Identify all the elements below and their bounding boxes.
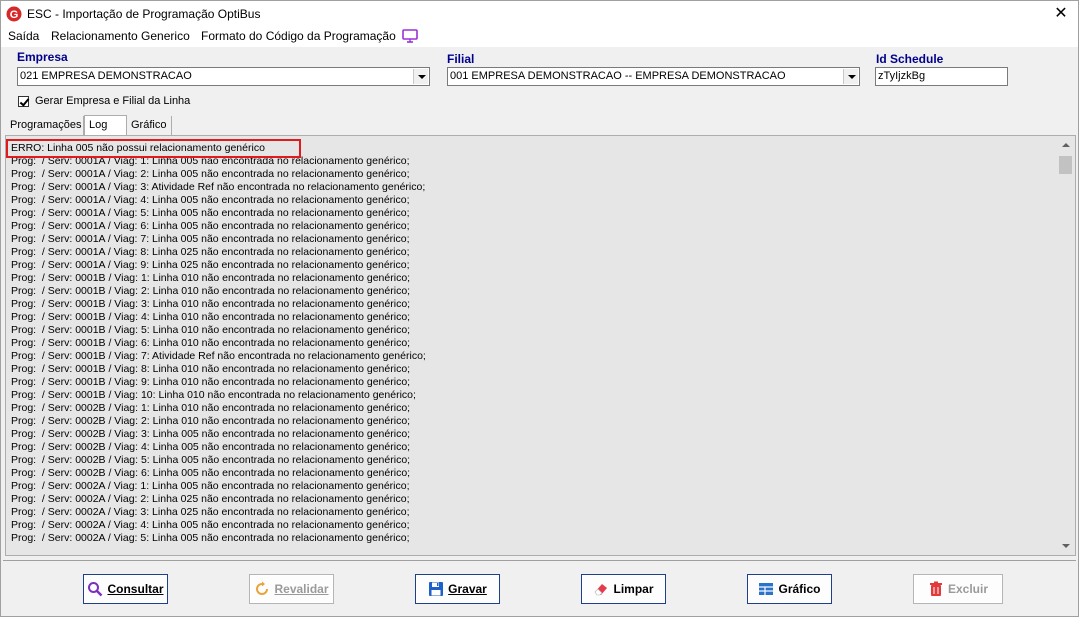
gerar-empresa-filial-option[interactable]: Gerar Empresa e Filial da Linha (18, 95, 190, 107)
log-line: Prog: / Serv: 0001B / Viag: 9: Linha 010… (11, 376, 411, 388)
gravar-button[interactable]: Gravar (415, 574, 500, 604)
log-line: Prog: / Serv: 0001B / Viag: 3: Linha 010… (11, 298, 411, 310)
log-line: Prog: / Serv: 0001A / Viag: 6: Linha 005… (11, 220, 410, 232)
empresa-label: Empresa (17, 50, 68, 64)
bottom-divider (3, 560, 1076, 561)
log-line: Prog: / Serv: 0001B / Viag: 2: Linha 010… (11, 285, 411, 297)
schedule-id-field[interactable]: zTyIjzkBg (875, 67, 1008, 86)
main-window: G ESC - Importação de Programação OptiBu… (0, 0, 1079, 617)
log-line: Prog: / Serv: 0001B / Viag: 7: Atividade… (11, 350, 426, 362)
log-line: Prog: / Serv: 0001A / Viag: 7: Linha 005… (11, 233, 410, 245)
grafico-label: Gráfico (778, 582, 821, 596)
log-line: Prog: / Serv: 0001B / Viag: 8: Linha 010… (11, 363, 411, 375)
chevron-down-icon[interactable] (843, 69, 858, 84)
error-highlight-box (6, 139, 301, 158)
log-line: Prog: / Serv: 0002A / Viag: 5: Linha 005… (11, 532, 410, 544)
menu-item-formato-codigo[interactable]: Formato do Código da Programação (201, 29, 396, 43)
revalidar-label: Revalidar (274, 582, 329, 596)
log-line: Prog: / Serv: 0001B / Viag: 10: Linha 01… (11, 389, 416, 401)
log-line: Prog: / Serv: 0001A / Viag: 3: Atividade… (11, 181, 426, 193)
menu-item-relacionamento-generico[interactable]: Relacionamento Generico (51, 29, 190, 43)
grafico-button[interactable]: Gráfico (747, 574, 832, 604)
log-line: Prog: / Serv: 0001A / Viag: 2: Linha 005… (11, 168, 410, 180)
filial-select-value: 001 EMPRESA DEMONSTRACAO -- EMPRESA DEMO… (450, 70, 786, 82)
tab-grafico[interactable]: Gráfico (127, 116, 172, 135)
log-line: Prog: / Serv: 0002A / Viag: 4: Linha 005… (11, 519, 410, 531)
menu-item-saida[interactable]: Saída (8, 29, 39, 43)
trash-icon (929, 581, 942, 596)
gravar-label: Gravar (448, 582, 487, 596)
log-line: Prog: / Serv: 0001B / Viag: 6: Linha 010… (11, 337, 411, 349)
magnifier-icon (88, 582, 103, 597)
log-line: Prog: / Serv: 0002B / Viag: 2: Linha 010… (11, 415, 411, 427)
monitor-icon[interactable] (402, 29, 418, 43)
tab-programacoes[interactable]: Programações (6, 116, 84, 135)
limpar-button[interactable]: Limpar (581, 574, 666, 604)
chevron-down-icon[interactable] (413, 69, 428, 84)
log-line: Prog: / Serv: 0002B / Viag: 6: Linha 005… (11, 467, 411, 479)
grid-chart-icon (759, 583, 774, 595)
log-line: Prog: / Serv: 0002A / Viag: 3: Linha 025… (11, 506, 410, 518)
log-line: Prog: / Serv: 0001A / Viag: 8: Linha 025… (11, 246, 410, 258)
floppy-disk-icon (429, 582, 444, 596)
log-scrollbar[interactable] (1057, 137, 1074, 554)
tab-log[interactable]: Log (84, 115, 127, 135)
title-bar: G ESC - Importação de Programação OptiBu… (1, 1, 1078, 27)
gerar-empresa-filial-label: Gerar Empresa e Filial da Linha (35, 95, 191, 107)
scroll-thumb[interactable] (1059, 156, 1072, 174)
consultar-button[interactable]: Consultar (83, 574, 168, 604)
log-line: Prog: / Serv: 0002B / Viag: 5: Linha 005… (11, 454, 411, 466)
empresa-select-value: 021 EMPRESA DEMONSTRACAO (20, 70, 192, 82)
scroll-down-icon[interactable] (1057, 537, 1074, 554)
close-icon[interactable]: ✕ (1050, 3, 1072, 25)
filial-select[interactable]: 001 EMPRESA DEMONSTRACAO -- EMPRESA DEMO… (447, 67, 860, 86)
log-line: Prog: / Serv: 0001A / Viag: 9: Linha 025… (11, 259, 410, 271)
schedule-label: Id Schedule (876, 52, 944, 66)
log-line: Prog: / Serv: 0002A / Viag: 1: Linha 005… (11, 480, 410, 492)
consultar-label: Consultar (107, 582, 164, 596)
log-line: Prog: / Serv: 0001B / Viag: 1: Linha 010… (11, 272, 411, 284)
limpar-label: Limpar (613, 582, 654, 596)
app-logo-icon: G (6, 6, 22, 22)
excluir-label: Excluir (947, 582, 989, 596)
eraser-icon (595, 584, 608, 596)
log-line: Prog: / Serv: 0001A / Viag: 5: Linha 005… (11, 207, 410, 219)
revalidar-button[interactable]: Revalidar (249, 574, 334, 604)
log-line: Prog: / Serv: 0001A / Viag: 4: Linha 005… (11, 194, 410, 206)
menu-bar: Saída Relacionamento Generico Formato do… (1, 27, 1078, 47)
log-line: Prog: / Serv: 0002A / Viag: 2: Linha 025… (11, 493, 410, 505)
empresa-select[interactable]: 021 EMPRESA DEMONSTRACAO (17, 67, 430, 86)
window-title: ESC - Importação de Programação OptiBus (27, 7, 261, 21)
log-panel[interactable]: ERRO: Linha 005 não possui relacionament… (5, 135, 1076, 556)
log-text: ERRO: Linha 005 não possui relacionament… (11, 142, 1051, 545)
log-line: Prog: / Serv: 0001B / Viag: 5: Linha 010… (11, 324, 411, 336)
log-line: Prog: / Serv: 0001B / Viag: 4: Linha 010… (11, 311, 411, 323)
scroll-up-icon[interactable] (1057, 137, 1074, 154)
gerar-empresa-filial-checkbox[interactable] (18, 95, 29, 107)
svg-text:G: G (10, 9, 19, 21)
refresh-icon (256, 581, 269, 595)
excluir-button[interactable]: Excluir (913, 574, 1003, 604)
filial-label: Filial (447, 52, 475, 66)
log-line: Prog: / Serv: 0002B / Viag: 1: Linha 010… (11, 402, 411, 414)
log-line: Prog: / Serv: 0002B / Viag: 4: Linha 005… (11, 441, 411, 453)
log-line: Prog: / Serv: 0002B / Viag: 3: Linha 005… (11, 428, 411, 440)
